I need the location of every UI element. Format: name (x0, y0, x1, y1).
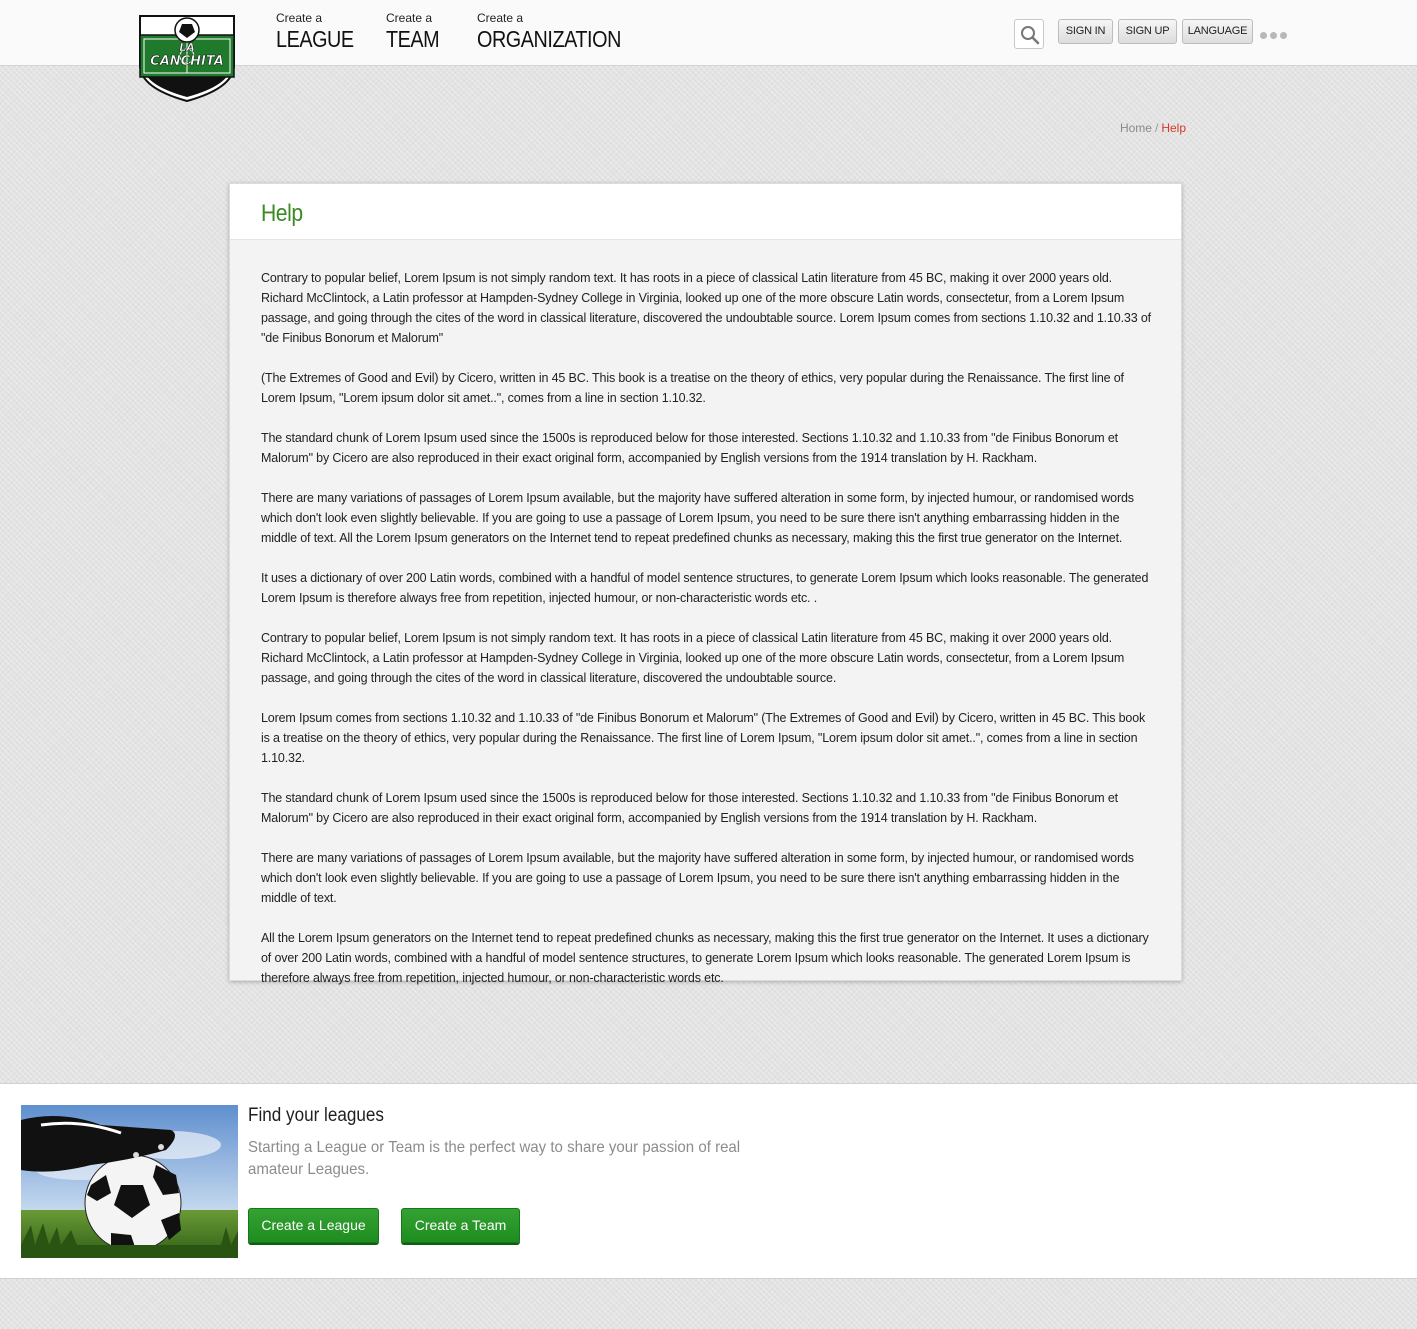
help-paragraph: All the Lorem Ipsum generators on the In… (261, 931, 1149, 985)
help-paragraph: There are many variations of passages of… (261, 491, 1134, 545)
breadcrumb-separator: / (1154, 121, 1159, 135)
promo-description: Starting a League or Team is the perfect… (248, 1139, 741, 1178)
nav-create-league-small: Create a (276, 11, 323, 25)
logo-text-line1: LA (179, 41, 195, 54)
sign-up-button[interactable]: SIGN UP (1118, 19, 1177, 44)
soccer-ball-image (21, 1105, 238, 1258)
promo-title: Find your leagues (248, 1105, 384, 1126)
nav-create-league-label: LEAGUE (276, 26, 354, 52)
help-paragraph: Contrary to popular belief, Lorem Ipsum … (261, 631, 1125, 685)
page-title: Help (261, 200, 303, 227)
language-button[interactable]: LANGUAGE (1182, 19, 1253, 44)
nav-create-organization-label: ORGANIZATION (477, 26, 621, 52)
help-paragraph: (The Extremes of Good and Evil) by Cicer… (261, 371, 1124, 405)
help-paragraph: Contrary to popular belief, Lorem Ipsum … (261, 271, 1151, 345)
nav-create-team-small: Create a (386, 11, 433, 25)
help-paragraph: The standard chunk of Lorem Ipsum used s… (261, 791, 1119, 825)
help-paragraph: The standard chunk of Lorem Ipsum used s… (261, 431, 1119, 465)
breadcrumb: Home / Help (1120, 121, 1186, 135)
help-card: Help Contrary to popular belief, Lorem I… (229, 183, 1182, 985)
nav-create-organization-small: Create a (477, 11, 524, 25)
create-league-button[interactable]: Create a League (248, 1208, 379, 1243)
sign-in-button[interactable]: SIGN IN (1058, 19, 1113, 44)
help-paragraph: It uses a dictionary of over 200 Latin w… (261, 571, 1149, 605)
search-button[interactable] (1014, 19, 1044, 49)
more-dots-icon[interactable] (1260, 26, 1294, 39)
nav-create-league[interactable]: Create a LEAGUE (276, 11, 366, 53)
help-card-header: Help (230, 184, 1181, 240)
find-leagues-promo: Find your leagues Starting a League or T… (0, 1083, 1417, 1279)
help-content: Contrary to popular belief, Lorem Ipsum … (261, 268, 1154, 1008)
help-paragraph: Lorem Ipsum comes from sections 1.10.32 … (261, 711, 1146, 765)
create-team-button[interactable]: Create a Team (401, 1208, 520, 1243)
logo-text-line2: CANCHITA (150, 54, 224, 69)
nav-create-team[interactable]: Create a TEAM (386, 11, 448, 53)
search-icon (1021, 26, 1040, 45)
site-logo[interactable]: LA CANCHITA (137, 13, 237, 103)
nav-create-team-label: TEAM (386, 26, 440, 52)
nav-create-organization[interactable]: Create a ORGANIZATION (477, 11, 644, 53)
breadcrumb-current: Help (1161, 121, 1186, 135)
breadcrumb-home-link[interactable]: Home (1120, 121, 1152, 135)
help-paragraph: There are many variations of passages of… (261, 851, 1134, 905)
